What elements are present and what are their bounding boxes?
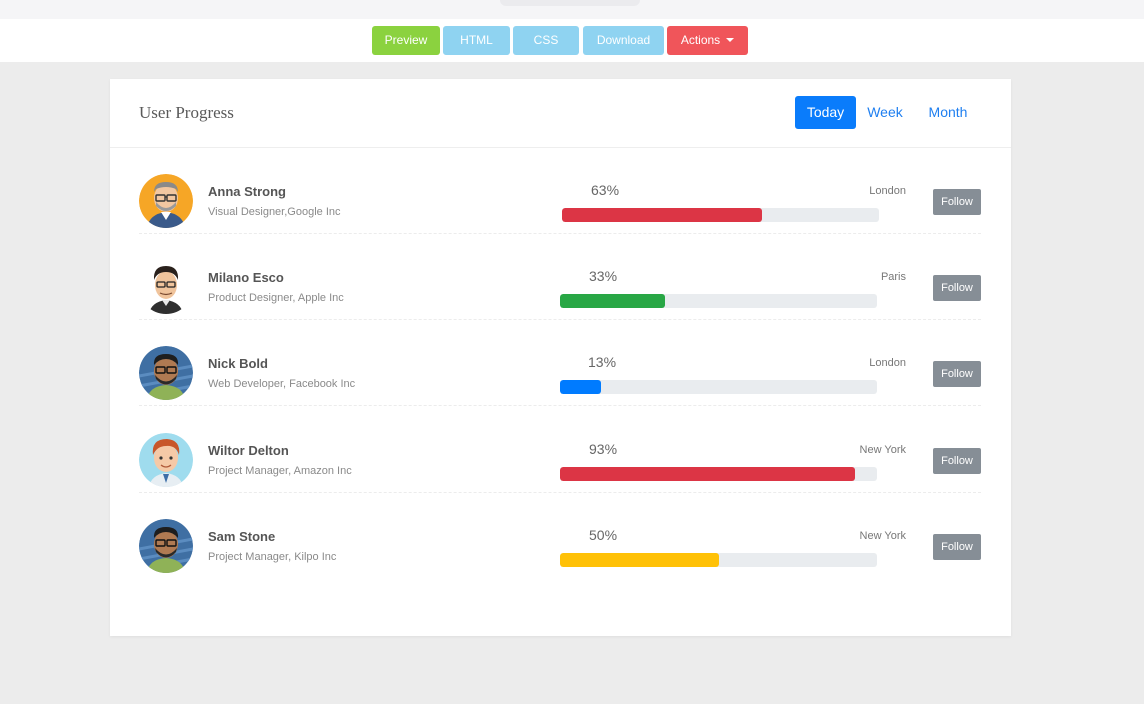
user-role: Visual Designer,Google Inc bbox=[208, 206, 341, 218]
avatar bbox=[139, 346, 193, 400]
top-strip bbox=[0, 0, 1144, 19]
user-row: Milano Esco Product Designer, Apple Inc 33… bbox=[139, 234, 981, 320]
progress-percent: 33% bbox=[589, 268, 618, 284]
progress-bar bbox=[560, 380, 877, 394]
progress-fill bbox=[560, 553, 719, 567]
follow-button[interactable]: Follow bbox=[933, 448, 981, 474]
actions-dropdown-button[interactable]: Actions bbox=[667, 26, 748, 55]
progress-bar bbox=[562, 208, 879, 222]
progress-bar bbox=[560, 467, 877, 481]
progress-fill bbox=[562, 208, 762, 222]
follow-button[interactable]: Follow bbox=[933, 275, 981, 301]
tab-today[interactable]: Today bbox=[795, 96, 856, 129]
progress-bar bbox=[560, 294, 877, 308]
user-role: Product Designer, Apple Inc bbox=[208, 292, 344, 304]
follow-button[interactable]: Follow bbox=[933, 534, 981, 560]
user-name: Anna Strong bbox=[208, 184, 286, 199]
download-button[interactable]: Download bbox=[583, 26, 664, 55]
follow-button[interactable]: Follow bbox=[933, 189, 981, 215]
user-city: London bbox=[869, 357, 906, 369]
progress-fill bbox=[560, 380, 602, 394]
user-name: Wiltor Delton bbox=[208, 443, 289, 458]
card-header: User Progress Today Week Month bbox=[110, 79, 1011, 148]
avatar bbox=[139, 433, 193, 487]
avatar bbox=[139, 519, 193, 573]
user-row: Sam Stone Project Manager, Kilpo Inc 50% Ne… bbox=[139, 493, 981, 579]
follow-button[interactable]: Follow bbox=[933, 361, 981, 387]
avatar bbox=[139, 260, 193, 314]
avatar bbox=[139, 174, 193, 228]
user-name: Nick Bold bbox=[208, 356, 268, 371]
tab-week[interactable]: Week bbox=[862, 96, 908, 129]
user-role: Project Manager, Kilpo Inc bbox=[208, 551, 337, 563]
preview-button[interactable]: Preview bbox=[372, 26, 440, 55]
user-row: Wiltor Delton Project Manager, Amazon Inc… bbox=[139, 407, 981, 493]
progress-percent: 63% bbox=[591, 182, 620, 198]
user-name: Milano Esco bbox=[208, 270, 284, 285]
progress-fill bbox=[560, 467, 855, 481]
css-button[interactable]: CSS bbox=[513, 26, 579, 55]
tab-month[interactable]: Month bbox=[918, 96, 978, 129]
user-city: New York bbox=[859, 444, 906, 456]
user-role: Project Manager, Amazon Inc bbox=[208, 465, 352, 477]
progress-percent: 13% bbox=[588, 354, 617, 370]
progress-fill bbox=[560, 294, 665, 308]
user-name: Sam Stone bbox=[208, 529, 276, 544]
user-city: New York bbox=[859, 530, 906, 542]
top-glow bbox=[500, 0, 640, 6]
progress-percent: 50% bbox=[589, 527, 618, 543]
editor-toolbar: Preview HTML CSS Download Actions bbox=[0, 19, 1144, 62]
html-button[interactable]: HTML bbox=[443, 26, 510, 55]
progress-percent: 93% bbox=[589, 441, 618, 457]
user-row: Nick Bold Web Developer, Facebook Inc 13% L… bbox=[139, 320, 981, 406]
user-row: Anna Strong Visual Designer,Google Inc 63%… bbox=[139, 148, 981, 234]
user-progress-card: User Progress Today Week Month Anna Stro… bbox=[110, 79, 1011, 636]
progress-bar bbox=[560, 553, 877, 567]
user-city: Paris bbox=[880, 271, 906, 283]
caret-down-icon bbox=[726, 37, 735, 42]
actions-label: Actions bbox=[680, 33, 721, 47]
user-role: Web Developer, Facebook Inc bbox=[208, 378, 356, 390]
card-title: User Progress bbox=[139, 103, 234, 122]
user-city: London bbox=[869, 185, 906, 197]
